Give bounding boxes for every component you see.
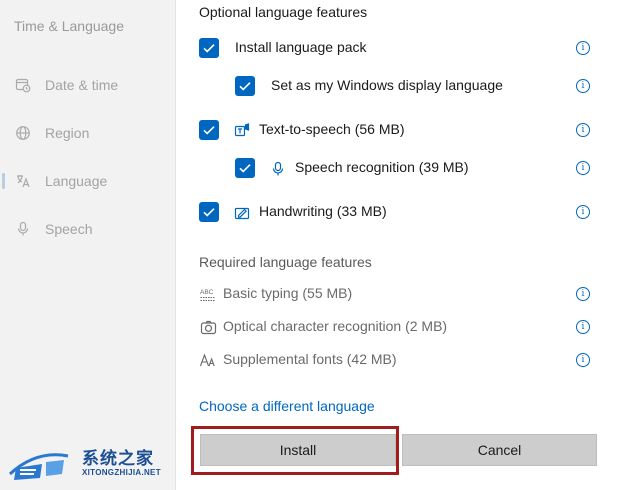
abc-typing-icon: ABC bbox=[199, 286, 217, 304]
checkmark-icon bbox=[239, 82, 251, 91]
microphone-icon bbox=[14, 220, 32, 238]
sidebar-item-label: Language bbox=[45, 173, 108, 189]
handwriting-checkbox[interactable] bbox=[199, 202, 219, 222]
display-language-checkbox[interactable] bbox=[235, 76, 255, 96]
info-icon[interactable]: i bbox=[576, 161, 590, 175]
sidebar-item-label: Date & time bbox=[45, 77, 119, 93]
info-icon[interactable]: i bbox=[576, 41, 590, 55]
required-label: Optical character recognition (2 MB) bbox=[223, 318, 448, 334]
info-icon[interactable]: i bbox=[576, 353, 590, 367]
option-label: Handwriting (33 MB) bbox=[259, 203, 387, 219]
option-text-to-speech: Text-to-speech (56 MB) i bbox=[177, 118, 620, 144]
required-ocr: Optical character recognition (2 MB) i bbox=[177, 315, 620, 341]
globe-icon bbox=[14, 124, 32, 142]
info-icon[interactable]: i bbox=[576, 287, 590, 301]
text-to-speech-icon bbox=[233, 122, 251, 140]
language-install-dialog: Optional language features Install langu… bbox=[177, 0, 620, 490]
optional-features-heading: Optional language features bbox=[199, 4, 368, 20]
sidebar-item-date-time[interactable]: Date & time bbox=[0, 67, 176, 103]
option-label: Speech recognition (39 MB) bbox=[295, 159, 469, 175]
watermark-chinese-text: 系统之家 bbox=[82, 449, 154, 469]
info-icon[interactable]: i bbox=[576, 79, 590, 93]
checkmark-icon bbox=[203, 44, 215, 53]
option-label: Text-to-speech (56 MB) bbox=[259, 121, 405, 137]
watermark-url-text: XITONGZHIJIA.NET bbox=[82, 468, 161, 477]
sidebar-item-speech[interactable]: Speech bbox=[0, 211, 176, 247]
handwriting-icon bbox=[233, 204, 251, 222]
required-supplemental-fonts: Supplemental fonts (42 MB) i bbox=[177, 348, 620, 374]
svg-text:ABC: ABC bbox=[200, 289, 214, 296]
required-features-heading: Required language features bbox=[199, 254, 372, 270]
option-install-language-pack: Install language pack i bbox=[177, 36, 620, 62]
option-label: Set as my Windows display language bbox=[271, 77, 503, 93]
sidebar-item-region[interactable]: Region bbox=[0, 115, 176, 151]
sidebar-item-label: Speech bbox=[45, 221, 93, 237]
cancel-button[interactable]: Cancel bbox=[402, 434, 597, 466]
required-label: Supplemental fonts (42 MB) bbox=[223, 351, 397, 367]
text-to-speech-checkbox[interactable] bbox=[199, 120, 219, 140]
watermark-logo-icon bbox=[8, 453, 69, 480]
required-label: Basic typing (55 MB) bbox=[223, 285, 353, 301]
camera-ocr-icon bbox=[199, 319, 217, 337]
sidebar-item-label: Region bbox=[45, 125, 90, 141]
install-button[interactable]: Install bbox=[200, 434, 396, 466]
info-icon[interactable]: i bbox=[576, 205, 590, 219]
checkmark-icon bbox=[203, 126, 215, 135]
active-indicator bbox=[2, 173, 5, 189]
microphone-icon bbox=[269, 160, 287, 178]
site-watermark: 系统之家 XITONGZHIJIA.NET bbox=[6, 438, 166, 488]
info-icon[interactable]: i bbox=[576, 123, 590, 137]
sidebar-item-language[interactable]: Language bbox=[0, 163, 176, 199]
required-basic-typing: ABC Basic typing (55 MB) i bbox=[177, 282, 620, 308]
option-display-language: Set as my Windows display language i bbox=[177, 74, 620, 100]
info-icon[interactable]: i bbox=[576, 320, 590, 334]
fonts-icon bbox=[199, 352, 217, 370]
checkmark-icon bbox=[203, 208, 215, 217]
option-label: Install language pack bbox=[235, 39, 367, 55]
option-speech-recognition: Speech recognition (39 MB) i bbox=[177, 156, 620, 182]
speech-recognition-checkbox[interactable] bbox=[235, 158, 255, 178]
clock-calendar-icon bbox=[14, 76, 32, 94]
language-icon bbox=[14, 172, 32, 190]
choose-different-language-link[interactable]: Choose a different language bbox=[199, 398, 375, 414]
option-handwriting: Handwriting (33 MB) i bbox=[177, 200, 620, 226]
sidebar-title: Time & Language bbox=[14, 18, 124, 34]
checkmark-icon bbox=[239, 164, 251, 173]
settings-sidebar: Time & Language Date & time Region Langu… bbox=[0, 0, 176, 490]
install-language-pack-checkbox[interactable] bbox=[199, 38, 219, 58]
